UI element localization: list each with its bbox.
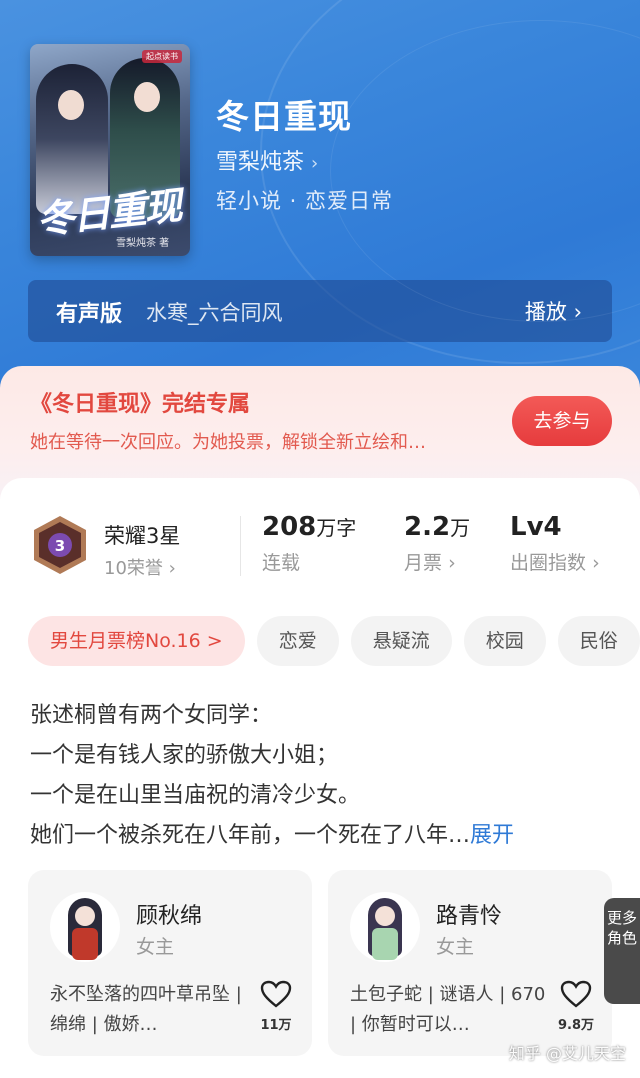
like-count: 9.8万	[557, 1018, 595, 1033]
stat-label: 月票	[404, 552, 443, 574]
tag-item[interactable]: 恋爱	[256, 616, 339, 666]
synopsis-line: 张述桐曾有两个女同学：	[30, 703, 273, 728]
promo-subtitle: 她在等待一次回应。为她投票，解锁全新立绘和…	[30, 432, 426, 453]
honor-badge-icon[interactable]: 3	[30, 514, 90, 576]
tag-item[interactable]: 民俗	[557, 616, 640, 666]
chevron-right-icon: ›	[573, 300, 582, 324]
more-roles-button[interactable]: 更多角色	[604, 898, 640, 1004]
honor-points-link[interactable]: 10荣誉 ›	[104, 554, 176, 580]
book-genre: 轻小说 · 恋爱日常	[216, 189, 394, 213]
heart-icon	[560, 980, 592, 1008]
character-name: 顾秋绵	[136, 904, 203, 929]
audio-narrator: 水寒_六合同风	[146, 301, 283, 325]
book-title: 冬日重现	[216, 97, 352, 136]
cover-publisher-logo: 起点读书	[142, 50, 182, 63]
character-desc: 永不坠落的四叶草吊坠 | 绵绵 | 傲娇…	[50, 984, 242, 1035]
audio-play-label: 播放	[524, 300, 567, 324]
watermark: 知乎 @艾儿天空	[508, 1044, 626, 1063]
cover-author: 雪梨炖茶 著	[116, 238, 170, 249]
character-name: 路青怜	[436, 904, 503, 929]
avatar	[350, 892, 420, 962]
stat-word-count: 208万字 连载	[262, 512, 356, 575]
avatar-body	[372, 928, 398, 960]
chevron-right-icon: ›	[311, 153, 319, 174]
character-card[interactable]: 顾秋绵 女主 永不坠落的四叶草吊坠 | 绵绵 | 傲娇… 11万	[28, 870, 312, 1056]
character-role: 女主	[436, 936, 475, 958]
synopsis-line: 她们一个被杀死在八年前，一个死在了八年…	[30, 823, 471, 848]
chevron-right-icon: ›	[448, 552, 456, 574]
chevron-right-icon: ›	[592, 552, 600, 574]
stat-label: 出圈指数	[510, 552, 587, 574]
character-desc: 土包子蛇 | 谜语人 | 670 | 你暂时可以…	[350, 984, 546, 1035]
like-button[interactable]: 11万	[256, 980, 296, 1033]
book-cover-image[interactable]: 起点读书 冬日重现 雪梨炖茶 著	[30, 44, 190, 256]
divider	[240, 516, 241, 576]
honor-title: 荣耀3星	[104, 524, 181, 548]
stat-label: 连载	[262, 552, 301, 574]
tag-item[interactable]: 悬疑流	[350, 616, 452, 666]
synopsis: 张述桐曾有两个女同学： 一个是有钱人家的骄傲大小姐； 一个是在山里当庙祝的清冷少…	[30, 696, 620, 856]
stat-unit: 万	[450, 516, 471, 540]
stat-value: Lv4	[510, 512, 562, 542]
honor-points: 10荣誉	[104, 558, 163, 579]
character-role: 女主	[136, 936, 175, 958]
synopsis-line: 一个是有钱人家的骄傲大小姐；	[30, 743, 339, 768]
like-button[interactable]: 9.8万	[556, 980, 596, 1033]
stat-popularity-index[interactable]: Lv4 出圈指数 ›	[510, 512, 600, 575]
promo-title: 《冬日重现》完结专属	[30, 392, 251, 417]
audio-version-bar[interactable]: 有声版 水寒_六合同风 播放 ›	[28, 280, 612, 342]
join-button[interactable]: 去参与	[512, 396, 612, 446]
stat-value: 208	[262, 512, 317, 542]
book-detail-card: 3 荣耀3星 10荣誉 › 208万字 连载 2.2万 月票 › Lv4 出圈指…	[0, 478, 640, 1078]
synopsis-line: 一个是在山里当庙祝的清冷少女。	[30, 783, 361, 808]
like-count: 11万	[260, 1018, 292, 1033]
stat-monthly-votes[interactable]: 2.2万 月票 ›	[404, 512, 470, 575]
audio-play-button[interactable]: 播放 ›	[525, 296, 582, 326]
avatar-face	[75, 906, 95, 926]
tag-list: 男生月票榜No.16 > 恋爱 悬疑流 校园 民俗	[28, 616, 640, 668]
avatar-face	[375, 906, 395, 926]
book-header: 起点读书 冬日重现 雪梨炖茶 著 冬日重现 雪梨炖茶 › 轻小说 · 恋爱日常 …	[0, 0, 640, 400]
stat-unit: 万字	[316, 516, 357, 540]
cover-face-right	[134, 82, 160, 112]
character-card[interactable]: 路青怜 女主 土包子蛇 | 谜语人 | 670 | 你暂时可以… 9.8万	[328, 870, 612, 1056]
avatar-body	[72, 928, 98, 960]
avatar	[50, 892, 120, 962]
stat-value: 2.2	[404, 512, 451, 542]
tag-rank[interactable]: 男生月票榜No.16 >	[28, 616, 245, 666]
author-link[interactable]: 雪梨炖茶 ›	[216, 144, 318, 176]
chevron-right-icon: ›	[168, 558, 176, 579]
badge-level: 3	[55, 537, 65, 555]
expand-link[interactable]: 展开	[470, 823, 514, 848]
author-name: 雪梨炖茶	[216, 150, 305, 175]
tag-item[interactable]: 校园	[463, 616, 546, 666]
audio-label: 有声版	[56, 302, 123, 327]
heart-icon	[260, 980, 292, 1008]
cover-face-left	[58, 90, 84, 120]
